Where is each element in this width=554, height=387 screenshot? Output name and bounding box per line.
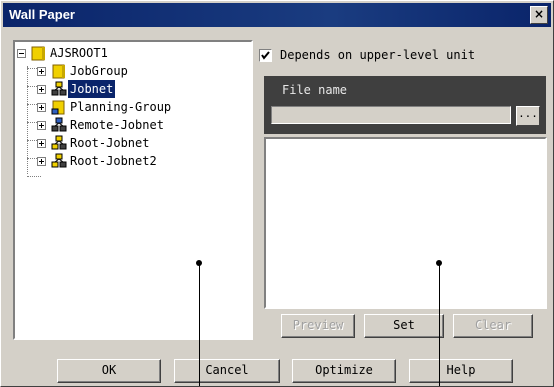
close-icon[interactable]: × <box>534 7 544 21</box>
tree-item-label[interactable]: Root-Jobnet <box>68 134 151 152</box>
folder-root-icon <box>31 46 45 61</box>
tree-item-jobnet[interactable]: Jobnet <box>15 80 245 98</box>
callout-line <box>439 263 440 386</box>
tree-connector <box>27 176 41 177</box>
tree-item-root[interactable]: AJSROOT1 <box>15 44 245 62</box>
tree-item-label[interactable]: Jobnet <box>68 80 116 98</box>
tree-item-root-jobnet[interactable]: Root-Jobnet <box>15 134 245 152</box>
browse-button[interactable]: ... <box>516 106 540 126</box>
root-jobnet-icon <box>51 153 67 168</box>
preview-area <box>264 137 547 309</box>
unit-tree[interactable]: AJSROOT1 JobGroup Jobnet Planning-Group <box>13 40 253 340</box>
callout-line <box>199 263 200 386</box>
tree-item-label[interactable]: Remote-Jobnet <box>68 116 166 134</box>
depends-checkbox-label[interactable]: Depends on upper-level unit <box>280 48 475 62</box>
ok-button[interactable]: OK <box>57 359 161 383</box>
expand-icon[interactable] <box>37 157 46 166</box>
expand-icon[interactable] <box>37 67 46 76</box>
tree-item-remote-jobnet[interactable]: Remote-Jobnet <box>15 116 245 134</box>
optimize-button[interactable]: Optimize <box>292 359 396 383</box>
wall-paper-dialog: Wall Paper × AJSROOT1 JobGroup Jobnet Pl… <box>0 0 554 387</box>
file-name-panel: File name ... <box>264 76 546 134</box>
remote-jobnet-icon <box>51 117 67 132</box>
cancel-button[interactable]: Cancel <box>174 359 280 383</box>
tree-item-root-jobnet2[interactable]: Root-Jobnet2 <box>15 152 245 170</box>
tree-item-jobgroup[interactable]: JobGroup <box>15 62 245 80</box>
file-name-header: File name <box>282 83 348 97</box>
clear-button[interactable]: Clear <box>453 314 533 338</box>
expand-icon[interactable] <box>37 121 46 130</box>
help-button[interactable]: Help <box>409 359 513 383</box>
depends-checkbox[interactable] <box>259 49 272 62</box>
file-name-input[interactable] <box>271 106 511 124</box>
tree-item-label[interactable]: Root-Jobnet2 <box>68 152 159 170</box>
planning-group-icon <box>51 100 65 115</box>
set-button[interactable]: Set <box>364 314 444 338</box>
dialog-title: Wall Paper <box>9 7 75 22</box>
collapse-icon[interactable] <box>17 49 26 58</box>
tree-item-label[interactable]: AJSROOT1 <box>48 44 110 62</box>
tree-item-label[interactable]: Planning-Group <box>68 98 173 116</box>
jobnet-icon <box>51 81 67 96</box>
tree-item-label[interactable]: JobGroup <box>68 62 130 80</box>
title-bar[interactable]: Wall Paper × <box>3 3 551 27</box>
tree-item-planning-group[interactable]: Planning-Group <box>15 98 245 116</box>
checkmark-icon <box>261 51 270 60</box>
root-jobnet-icon <box>51 135 67 150</box>
expand-icon[interactable] <box>37 103 46 112</box>
job-group-icon <box>52 64 65 79</box>
preview-button[interactable]: Preview <box>281 314 355 338</box>
expand-icon[interactable] <box>37 139 46 148</box>
expand-icon[interactable] <box>37 85 46 94</box>
close-button[interactable]: × <box>530 6 548 24</box>
